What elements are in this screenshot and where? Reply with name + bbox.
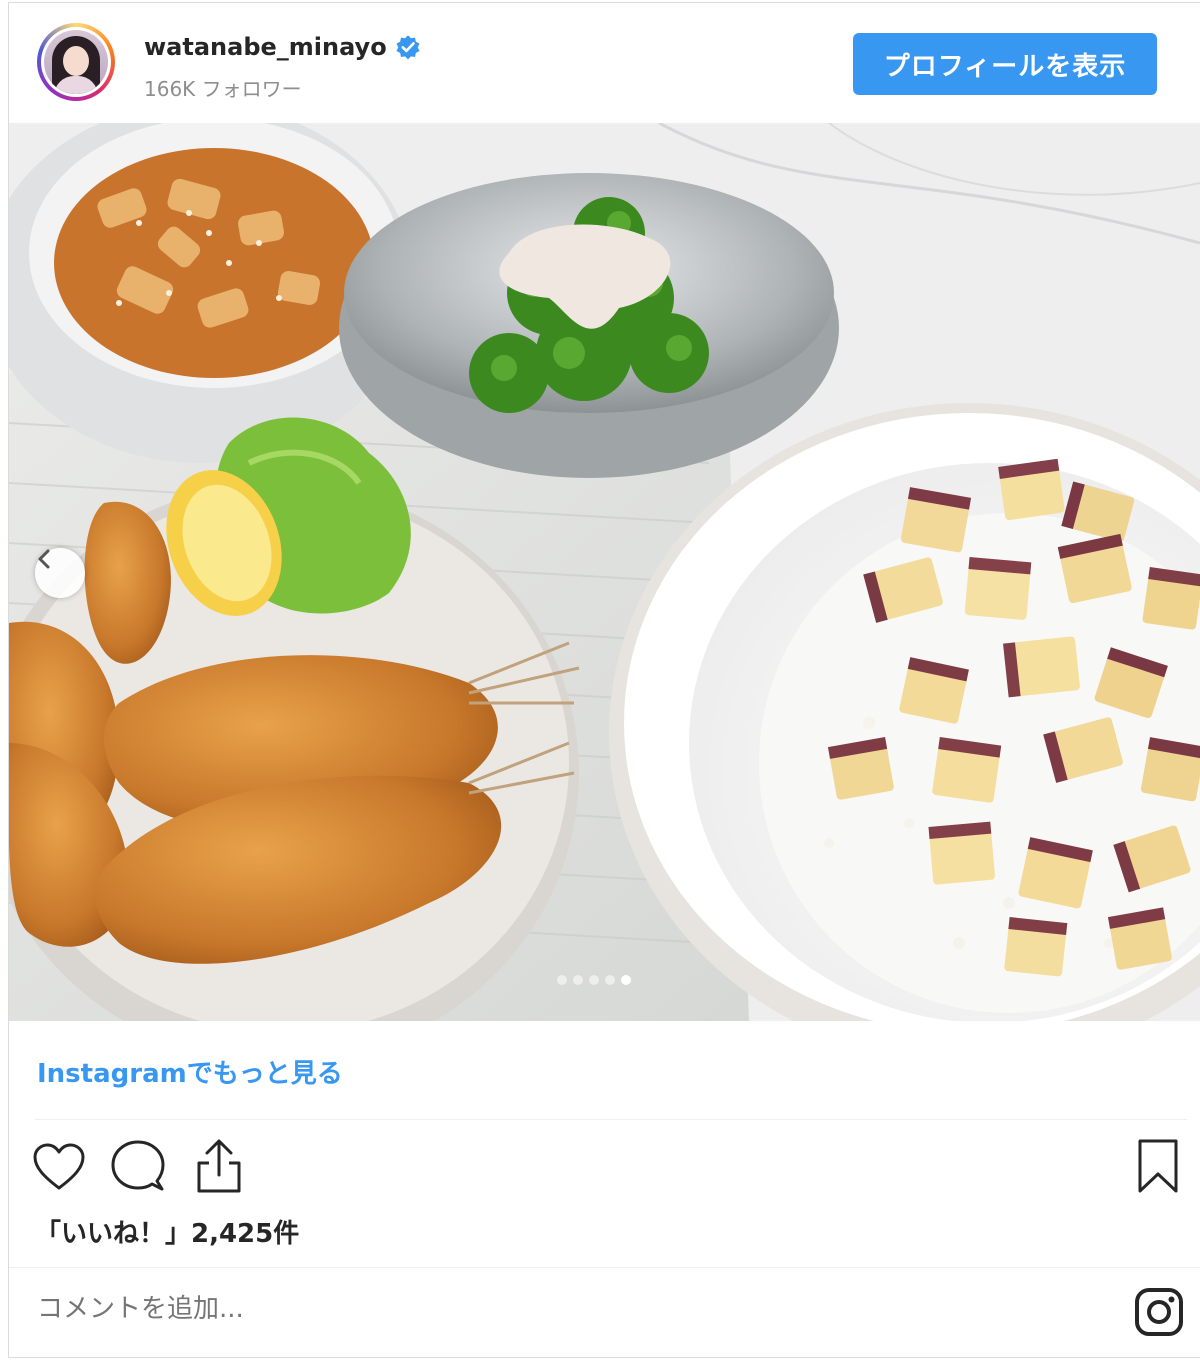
carousel-dot[interactable] — [605, 975, 615, 985]
chevron-left-icon — [38, 549, 50, 569]
avatar[interactable] — [37, 23, 115, 101]
divider — [35, 1119, 1187, 1120]
carousel-dot[interactable] — [557, 975, 567, 985]
follower-count: 166K フォロワー — [144, 77, 302, 101]
heart-icon — [33, 1143, 85, 1190]
avatar-face — [63, 46, 89, 76]
instagram-embed-card: watanabe_minayo 166K フォロワー プロフィールを表示 Ins… — [8, 2, 1200, 1358]
carousel-dot-active[interactable] — [621, 975, 631, 985]
avatar-frame — [41, 27, 111, 97]
avatar-photo — [44, 30, 108, 94]
view-profile-button[interactable]: プロフィールを表示 — [853, 33, 1157, 95]
username-row: watanabe_minayo — [144, 33, 421, 61]
food-photo-illustration — [9, 123, 1200, 1021]
like-button[interactable] — [31, 1141, 87, 1197]
carousel-dots — [557, 975, 631, 985]
carousel-prev-button[interactable] — [35, 548, 85, 598]
share-upload-icon — [197, 1139, 241, 1193]
comment-input[interactable] — [35, 1293, 939, 1325]
like-count: 「いいね！」2,425件 — [35, 1219, 300, 1249]
post-header: watanabe_minayo 166K フォロワー プロフィールを表示 — [9, 3, 1200, 123]
carousel-dot[interactable] — [589, 975, 599, 985]
instagram-logo-link[interactable] — [1133, 1286, 1185, 1342]
comment-button[interactable] — [109, 1139, 167, 1197]
divider — [9, 1267, 1200, 1268]
share-button[interactable] — [193, 1137, 245, 1199]
verified-badge-icon — [396, 35, 420, 60]
view-more-on-instagram-link[interactable]: Instagramでもっと見る — [37, 1053, 343, 1090]
post-photo[interactable] — [9, 123, 1200, 1021]
username[interactable]: watanabe_minayo — [144, 33, 387, 61]
bookmark-icon — [1138, 1139, 1178, 1193]
carousel-dot[interactable] — [573, 975, 583, 985]
instagram-icon — [1135, 1288, 1183, 1336]
save-button[interactable] — [1135, 1137, 1181, 1199]
comment-bubble-icon — [111, 1140, 165, 1191]
